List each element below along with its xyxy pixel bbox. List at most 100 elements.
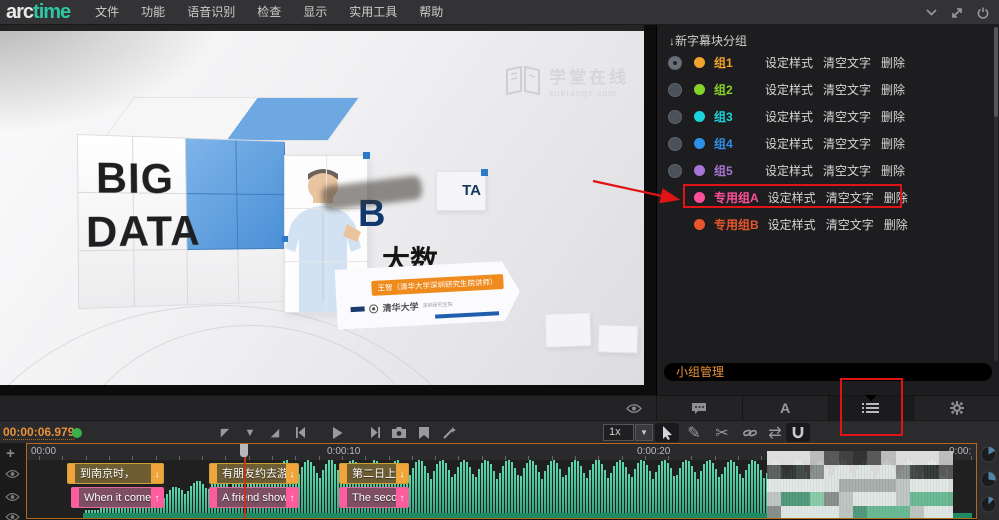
previous-icon[interactable] bbox=[291, 424, 309, 441]
block-left-handle[interactable] bbox=[340, 488, 347, 507]
screenshot-icon[interactable] bbox=[390, 424, 408, 441]
set-style-link[interactable]: 设定样式 bbox=[765, 81, 813, 98]
power-icon[interactable] bbox=[977, 7, 989, 19]
preview-visibility-eye-icon[interactable] bbox=[626, 401, 642, 419]
zoom-knob[interactable] bbox=[980, 446, 997, 468]
swap-tool-icon[interactable]: ⇄ bbox=[763, 423, 787, 442]
block-right-handle[interactable]: ↑ bbox=[396, 488, 408, 507]
delete-link[interactable]: 删除 bbox=[884, 216, 908, 233]
set-style-link[interactable]: 设定样式 bbox=[765, 108, 813, 125]
track1-eye-icon[interactable] bbox=[5, 466, 20, 484]
delete-link[interactable]: 删除 bbox=[881, 81, 905, 98]
delete-link[interactable]: 删除 bbox=[881, 135, 905, 152]
link-tool-icon[interactable] bbox=[738, 423, 762, 442]
ruler-label: 0:00:10 bbox=[327, 446, 361, 457]
bookmark-icon[interactable] bbox=[415, 424, 433, 441]
chevron-down-icon[interactable] bbox=[926, 9, 937, 16]
ruler-label: 00:00 bbox=[31, 446, 57, 457]
zoom-knob[interactable] bbox=[980, 471, 997, 493]
group-radio[interactable] bbox=[668, 82, 682, 97]
group-radio[interactable] bbox=[668, 55, 682, 70]
tab-subtitle-comments[interactable] bbox=[656, 396, 742, 420]
subtitle-block-en[interactable]: The secon ↑ bbox=[339, 487, 409, 508]
audio-track-eye-icon[interactable] bbox=[5, 509, 20, 520]
group-radio[interactable] bbox=[668, 136, 682, 151]
add-track-button[interactable]: + bbox=[6, 445, 15, 462]
subtitle-block-en[interactable]: When it comes ↑ bbox=[71, 487, 164, 508]
clear-text-link[interactable]: 清空文字 bbox=[823, 162, 871, 179]
block-right-handle[interactable]: ↑ bbox=[286, 488, 298, 507]
delete-link[interactable]: 删除 bbox=[884, 189, 908, 206]
clear-text-link[interactable]: 清空文字 bbox=[826, 189, 874, 206]
zoom-knob[interactable] bbox=[980, 496, 997, 518]
subtitle-block-zh[interactable]: 第二日上午 ↓ bbox=[339, 463, 409, 484]
group-radio[interactable] bbox=[668, 163, 682, 178]
group-name: 组4 bbox=[714, 137, 733, 151]
menu-display[interactable]: 显示 bbox=[292, 0, 338, 24]
set-out-point-icon[interactable]: ◢ bbox=[266, 424, 284, 441]
playback-speed-select[interactable]: 1x bbox=[603, 424, 634, 441]
menu-check[interactable]: 检查 bbox=[246, 0, 292, 24]
menu-speech-recognition[interactable]: 语音识别 bbox=[176, 0, 246, 24]
play-icon[interactable] bbox=[328, 424, 346, 441]
edit-tool-icon[interactable]: ✎ bbox=[682, 423, 706, 442]
subtitle-block-zh[interactable]: 有朋友约去游… ↓ bbox=[209, 463, 299, 484]
quick-create-wand-icon[interactable] bbox=[440, 424, 458, 441]
set-style-link[interactable]: 设定样式 bbox=[768, 216, 816, 233]
block-left-handle[interactable] bbox=[340, 464, 347, 483]
block-right-handle[interactable]: ↓ bbox=[286, 464, 298, 483]
block-left-handle[interactable] bbox=[68, 464, 75, 483]
group-row-4: 组4 设定样式 清空文字 删除 bbox=[657, 130, 993, 157]
tab-settings[interactable] bbox=[913, 396, 999, 420]
delete-link[interactable]: 删除 bbox=[881, 108, 905, 125]
clear-text-link[interactable]: 清空文字 bbox=[823, 54, 871, 71]
tab-styles[interactable]: A bbox=[741, 396, 828, 420]
timeline-canvas[interactable]: 00:00 0:00:10 0:00:20 0:00: 到南京时， ↓ 有朋友约… bbox=[26, 443, 977, 519]
set-in-point-icon[interactable]: ◤ bbox=[216, 424, 234, 441]
fullscreen-icon[interactable] bbox=[951, 7, 963, 19]
select-tool-icon[interactable] bbox=[655, 423, 679, 442]
next-icon[interactable] bbox=[366, 424, 384, 441]
block-right-handle[interactable]: ↓ bbox=[151, 464, 163, 483]
group-row-special-b: 专用组B 设定样式 清空文字 删除 bbox=[657, 211, 993, 238]
speed-dropdown-icon[interactable]: ▼ bbox=[635, 424, 653, 441]
delete-link[interactable]: 删除 bbox=[881, 162, 905, 179]
cut-tool-icon[interactable]: ✂ bbox=[710, 423, 734, 442]
delete-link[interactable]: 删除 bbox=[881, 54, 905, 71]
block-left-handle[interactable] bbox=[210, 464, 217, 483]
block-right-handle[interactable]: ↓ bbox=[396, 464, 408, 483]
set-style-link[interactable]: 设定样式 bbox=[768, 189, 816, 206]
subtitle-block-en[interactable]: A friend showe ↑ bbox=[209, 487, 299, 508]
menu-utilities[interactable]: 实用工具 bbox=[338, 0, 408, 24]
track2-eye-icon[interactable] bbox=[5, 489, 20, 507]
app-logo: arctime bbox=[6, 1, 71, 23]
menu-file[interactable]: 文件 bbox=[84, 0, 130, 24]
group-manage-button[interactable]: 小组管理 bbox=[664, 363, 992, 381]
block-right-handle[interactable]: ↑ bbox=[151, 488, 163, 507]
clear-text-link[interactable]: 清空文字 bbox=[823, 108, 871, 125]
block-left-handle[interactable] bbox=[210, 488, 217, 507]
menu-help[interactable]: 帮助 bbox=[408, 0, 454, 24]
font-icon: A bbox=[780, 400, 791, 416]
timecode-display[interactable]: 00:00:06.979 bbox=[3, 425, 75, 440]
set-style-link[interactable]: 设定样式 bbox=[765, 135, 813, 152]
group-name: 组5 bbox=[714, 164, 733, 178]
magnet-snap-icon[interactable] bbox=[786, 423, 810, 442]
clear-text-link[interactable]: 清空文字 bbox=[826, 216, 874, 233]
panel-scrollbar[interactable] bbox=[994, 27, 998, 361]
group-name: 组1 bbox=[714, 56, 733, 70]
insert-subtitle-icon[interactable]: ▼ bbox=[241, 424, 259, 441]
group-row-1: 组1 设定样式 清空文字 删除 bbox=[657, 49, 993, 76]
tab-group-manage[interactable] bbox=[827, 395, 914, 420]
group-radio[interactable] bbox=[668, 109, 682, 124]
set-style-link[interactable]: 设定样式 bbox=[765, 54, 813, 71]
subtitle-block-zh[interactable]: 到南京时， ↓ bbox=[67, 463, 164, 484]
playhead-handle[interactable] bbox=[240, 444, 248, 457]
group-color-dot bbox=[694, 138, 705, 149]
menu-functions[interactable]: 功能 bbox=[130, 0, 176, 24]
block-left-handle[interactable] bbox=[72, 488, 79, 507]
group-name: 组3 bbox=[714, 110, 733, 124]
set-style-link[interactable]: 设定样式 bbox=[765, 162, 813, 179]
clear-text-link[interactable]: 清空文字 bbox=[823, 135, 871, 152]
clear-text-link[interactable]: 清空文字 bbox=[823, 81, 871, 98]
